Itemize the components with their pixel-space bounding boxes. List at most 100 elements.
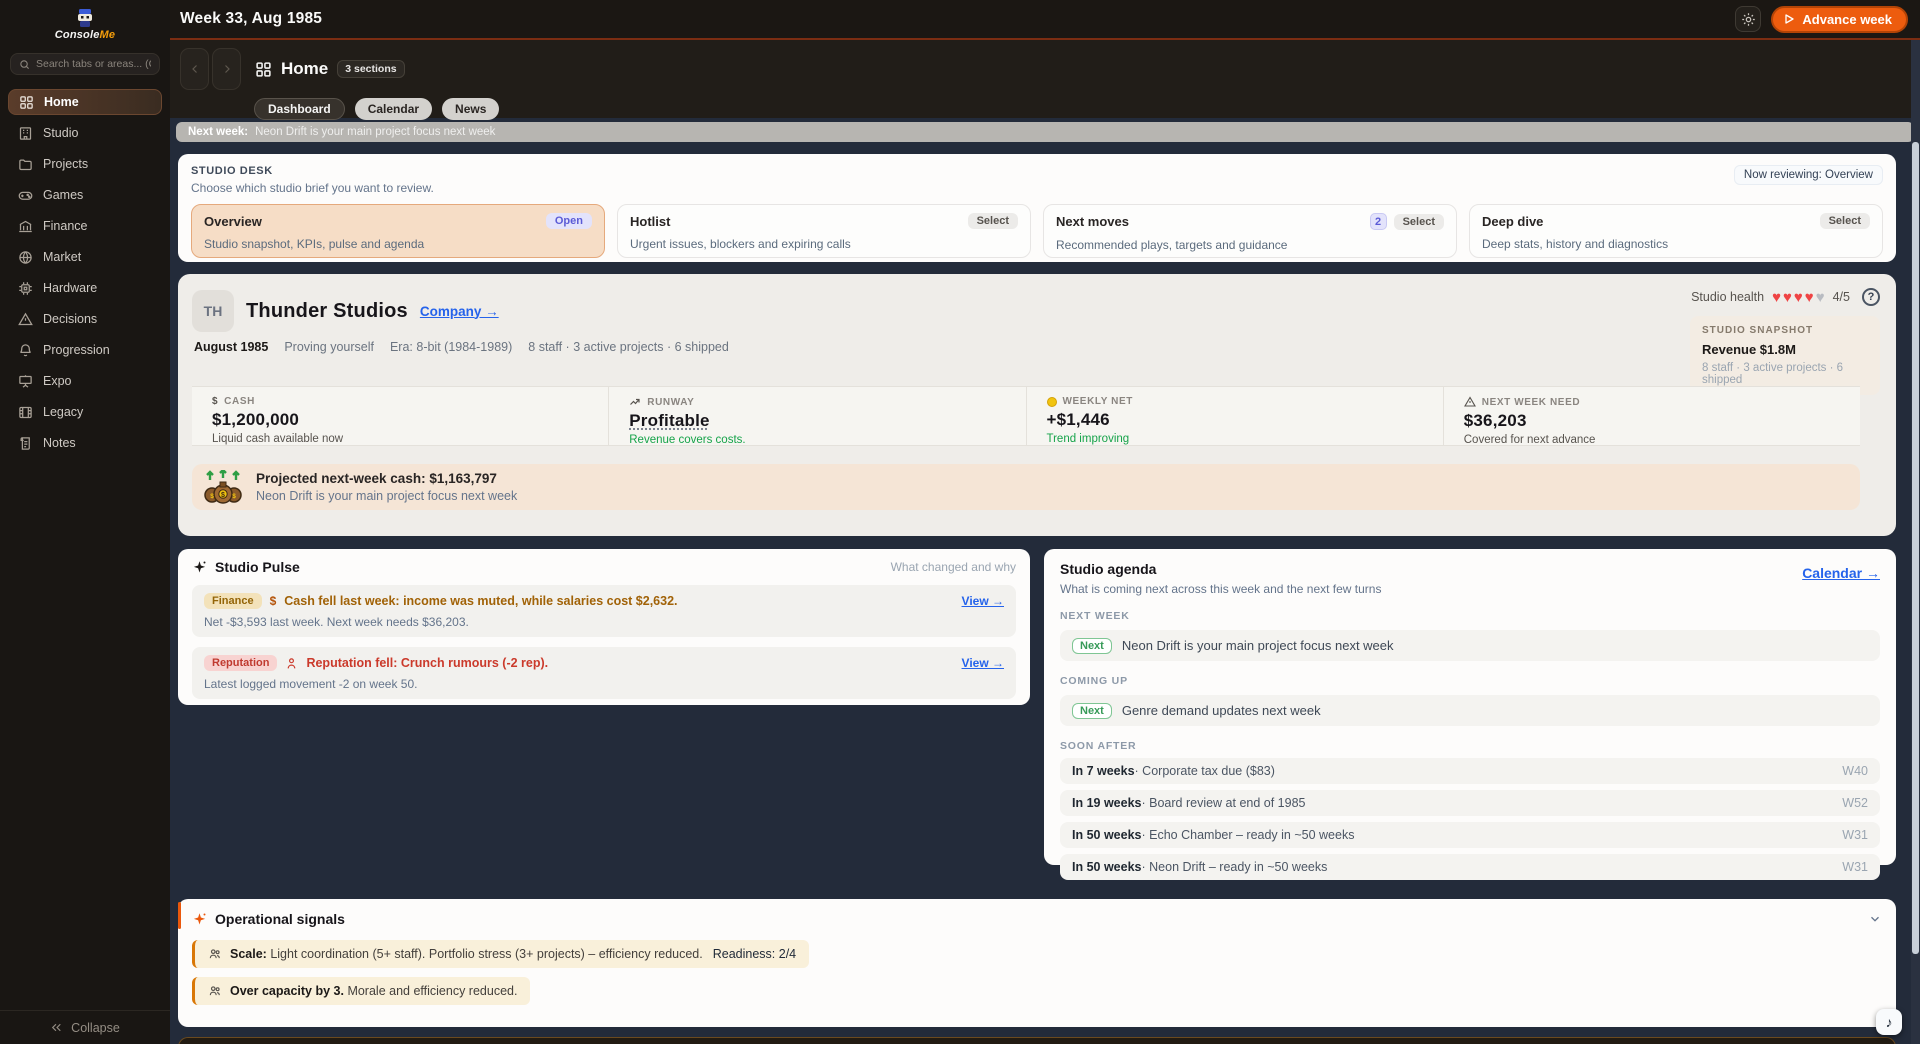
coin-icon bbox=[1047, 397, 1057, 407]
sidebar-collapse-button[interactable]: Collapse bbox=[0, 1010, 170, 1044]
people-icon bbox=[208, 947, 222, 961]
finance-badge: Finance bbox=[204, 593, 262, 609]
section-label: SOON AFTER bbox=[1060, 740, 1880, 752]
sidebar-search[interactable] bbox=[10, 53, 160, 75]
card-desc: Recommended plays, targets and guidance bbox=[1056, 238, 1444, 252]
soon-text: · Board review at end of 1985 bbox=[1142, 796, 1306, 810]
heart-icon: ♥ bbox=[1794, 289, 1803, 306]
kpi-label: NEXT WEEK NEED bbox=[1482, 397, 1580, 408]
tab-news[interactable]: News bbox=[442, 98, 499, 120]
sidebar-item-legacy[interactable]: Legacy bbox=[8, 399, 162, 425]
week-title: Week 33, Aug 1985 bbox=[180, 10, 322, 28]
sidebar-item-notes[interactable]: Notes bbox=[8, 430, 162, 456]
agenda-soon-item: In 7 weeks · Corporate tax due ($83) W40 bbox=[1060, 758, 1880, 784]
pulse-item-finance: Finance $ Cash fell last week: income wa… bbox=[192, 585, 1016, 637]
now-reviewing-badge: Now reviewing: Overview bbox=[1734, 165, 1883, 185]
select-button[interactable]: Select bbox=[968, 213, 1018, 229]
sidebar-item-hardware[interactable]: Hardware bbox=[8, 275, 162, 301]
collapse-label: Collapse bbox=[71, 1021, 120, 1035]
history-back-button[interactable] bbox=[180, 48, 209, 90]
sidebar-item-label: Decisions bbox=[43, 312, 97, 326]
chip-icon bbox=[18, 281, 33, 296]
sidebar-item-projects[interactable]: Projects bbox=[8, 151, 162, 177]
calendar-link[interactable]: Calendar → bbox=[1802, 565, 1880, 581]
open-badge[interactable]: Open bbox=[546, 213, 592, 229]
pulse-sub: Latest logged movement -2 on week 50. bbox=[204, 677, 1004, 691]
svg-text:$: $ bbox=[232, 493, 236, 500]
tab-calendar[interactable]: Calendar bbox=[355, 98, 432, 120]
pulse-item-reputation: Reputation Reputation fell: Crunch rumou… bbox=[192, 647, 1016, 699]
signal-lead: Scale: bbox=[230, 947, 267, 961]
music-note-icon: ♪ bbox=[1886, 1014, 1893, 1030]
view-link[interactable]: View → bbox=[962, 594, 1004, 608]
desk-title: STUDIO DESK bbox=[191, 165, 434, 177]
sidebar-item-progression[interactable]: Progression bbox=[8, 337, 162, 363]
help-icon[interactable]: ? bbox=[1862, 288, 1880, 306]
dollar-icon: $ bbox=[270, 594, 277, 608]
grid-icon bbox=[255, 61, 272, 78]
health-value: 4/5 bbox=[1833, 290, 1850, 304]
studio-avatar: TH bbox=[192, 290, 234, 332]
kpi-weekly-net: WEEKLY NET +$1,446 Trend improving bbox=[1026, 387, 1443, 445]
select-button[interactable]: Select bbox=[1394, 214, 1444, 230]
agenda-item: Next Genre demand updates next week bbox=[1060, 695, 1880, 726]
sidebar-item-studio[interactable]: Studio bbox=[8, 120, 162, 146]
tab-dashboard[interactable]: Dashboard bbox=[254, 98, 345, 120]
soon-lead: In 50 weeks bbox=[1072, 828, 1142, 842]
play-icon bbox=[1783, 13, 1795, 25]
sidebar-item-games[interactable]: Games bbox=[8, 182, 162, 208]
scrollbar-thumb[interactable] bbox=[1912, 142, 1919, 954]
svg-text:$: $ bbox=[221, 492, 225, 499]
signal-text: Morale and efficiency reduced. bbox=[347, 984, 517, 998]
soon-lead: In 50 weeks bbox=[1072, 860, 1142, 874]
kpi-sub: Liquid cash available now bbox=[212, 433, 608, 445]
sidebar-item-decisions[interactable]: Decisions bbox=[8, 306, 162, 332]
sidebar-item-expo[interactable]: Expo bbox=[8, 368, 162, 394]
kpi-value[interactable]: Profitable bbox=[629, 411, 709, 431]
view-link[interactable]: View → bbox=[962, 656, 1004, 670]
collapse-section-button[interactable] bbox=[1868, 912, 1882, 926]
history-forward-button[interactable] bbox=[212, 48, 241, 90]
alert-triangle-icon bbox=[1464, 396, 1476, 408]
scrollbar[interactable] bbox=[1911, 40, 1920, 1044]
globe-icon bbox=[18, 250, 33, 265]
search-input[interactable] bbox=[36, 58, 151, 70]
sidebar-item-market[interactable]: Market bbox=[8, 244, 162, 270]
advance-week-button[interactable]: Advance week bbox=[1771, 6, 1908, 33]
snapshot-line: 8 staff · 3 active projects · 6 shipped bbox=[1702, 362, 1868, 386]
company-link[interactable]: Company → bbox=[420, 304, 499, 319]
advance-week-label: Advance week bbox=[1802, 12, 1892, 27]
pulse-headline: Reputation fell: Crunch rumours (-2 rep)… bbox=[306, 656, 953, 670]
health-label: Studio health bbox=[1691, 290, 1764, 304]
projected-cash-title: Projected next-week cash: $1,163,797 bbox=[256, 471, 517, 486]
studio-date: August 1985 bbox=[194, 340, 268, 354]
desk-card-deep-dive[interactable]: Deep dive Select Deep stats, history and… bbox=[1469, 204, 1883, 258]
sidebar-item-label: Games bbox=[43, 188, 83, 202]
sidebar-item-home[interactable]: Home bbox=[8, 89, 162, 115]
next-badge: Next bbox=[1072, 638, 1112, 654]
chevron-left-icon bbox=[189, 63, 201, 75]
logo-text: ConsoleMe bbox=[55, 29, 115, 41]
desk-card-hotlist[interactable]: Hotlist Select Urgent issues, blockers a… bbox=[617, 204, 1031, 258]
soon-text: · Corporate tax due ($83) bbox=[1135, 764, 1275, 778]
signal-text: Light coordination (5+ staff). Portfolio… bbox=[270, 947, 702, 961]
select-button[interactable]: Select bbox=[1820, 213, 1870, 229]
signal-scale: Scale: Light coordination (5+ staff). Po… bbox=[192, 940, 809, 968]
sidebar-item-finance[interactable]: Finance bbox=[8, 213, 162, 239]
desk-card-next-moves[interactable]: Next moves 2Select Recommended plays, ta… bbox=[1043, 204, 1457, 258]
settings-button[interactable] bbox=[1735, 6, 1761, 32]
sparkle-icon bbox=[192, 560, 207, 575]
music-button[interactable]: ♪ bbox=[1876, 1009, 1902, 1035]
soon-text: · Neon Drift – ready in ~50 weeks bbox=[1142, 860, 1328, 874]
desk-card-overview[interactable]: Overview Open Studio snapshot, KPIs, pul… bbox=[191, 204, 605, 258]
svg-text:$: $ bbox=[210, 493, 214, 500]
sparkle-icon bbox=[192, 912, 207, 927]
topbar: Week 33, Aug 1985 Advance week bbox=[170, 0, 1920, 40]
studio-agenda-panel: Studio agenda What is coming next across… bbox=[1044, 549, 1896, 865]
card-desc: Studio snapshot, KPIs, pulse and agenda bbox=[204, 237, 592, 251]
signal-extra: Readiness: 2/4 bbox=[713, 947, 796, 961]
building-icon bbox=[18, 126, 33, 141]
operational-signals-panel: Operational signals Scale: Light coordin… bbox=[178, 899, 1896, 1027]
bell-icon bbox=[18, 343, 33, 358]
agenda-title: Studio agenda bbox=[1060, 561, 1381, 577]
